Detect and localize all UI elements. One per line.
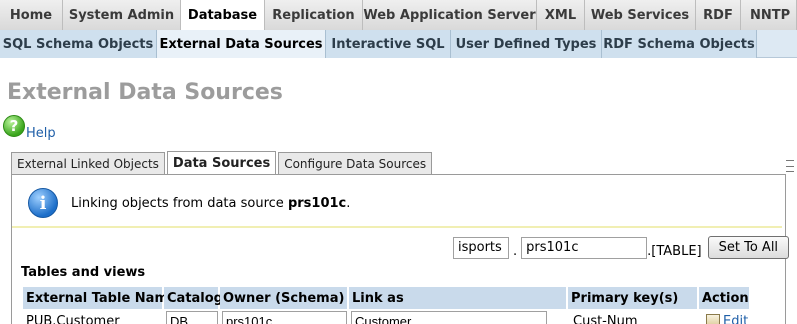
edit-icon xyxy=(706,313,720,324)
tab-rdf-schema-objects[interactable]: RDF Schema Objects xyxy=(602,30,757,58)
separator-dot: . xyxy=(513,244,518,259)
top-menu: Home System Admin Database Replication W… xyxy=(0,0,797,30)
tab-home[interactable]: Home xyxy=(0,0,63,30)
col-external-table-name: External Table Name xyxy=(23,287,177,309)
tab-nntp[interactable]: NNTP xyxy=(741,0,797,30)
col-catalog: Catalog xyxy=(164,287,223,309)
set-to-all-row: . .[TABLE] Set To All xyxy=(453,236,790,259)
tab-sql-schema-objects[interactable]: SQL Schema Objects xyxy=(0,30,157,58)
set-to-all-button[interactable]: Set To All xyxy=(707,236,790,259)
owner-set-input[interactable] xyxy=(521,236,648,259)
catalog-set-input[interactable] xyxy=(453,236,509,259)
page-tabs: External Linked Objects Data Sources Con… xyxy=(11,151,434,174)
tab-web-application-server[interactable]: Web Application Server xyxy=(363,0,537,30)
row-primary-key: Cust-Num xyxy=(573,313,638,324)
tab-replication[interactable]: Replication xyxy=(265,0,363,30)
tab-system-admin[interactable]: System Admin xyxy=(63,0,181,30)
info-text: Linking objects from data source prs101c… xyxy=(71,195,351,211)
col-action: Action xyxy=(699,287,751,309)
row-link-as-input[interactable] xyxy=(351,311,547,324)
row-table-name: PUB.Customer xyxy=(26,313,120,324)
row-catalog-input[interactable] xyxy=(166,311,218,324)
tab-rdf[interactable]: RDF xyxy=(696,0,741,30)
col-link-as: Link as xyxy=(349,287,568,309)
table-suffix: .[TABLE] xyxy=(647,244,702,259)
tab-external-linked-objects[interactable]: External Linked Objects xyxy=(11,152,165,174)
info-icon: i xyxy=(28,188,58,218)
tab-data-sources[interactable]: Data Sources xyxy=(166,151,277,174)
col-primary-keys: Primary key(s) xyxy=(568,287,699,309)
tab-configure-data-sources[interactable]: Configure Data Sources xyxy=(278,152,433,174)
info-message: i Linking objects from data source prs10… xyxy=(12,180,782,228)
splitter-grip-icon[interactable] xyxy=(786,160,794,172)
tab-interactive-sql[interactable]: Interactive SQL xyxy=(326,30,451,58)
page-title: External Data Sources xyxy=(7,80,283,105)
tab-database[interactable]: Database xyxy=(181,0,265,30)
table-header: External Table Name Catalog Owner (Schem… xyxy=(23,287,751,309)
tab-user-defined-types[interactable]: User Defined Types xyxy=(451,30,602,58)
tables-and-views-heading: Tables and views xyxy=(21,265,146,280)
table-row: PUB.Customer Cust-Num Edit xyxy=(23,311,748,324)
row-owner-input[interactable] xyxy=(222,311,347,324)
sub-menu: SQL Schema Objects External Data Sources… xyxy=(0,30,797,58)
tab-xml[interactable]: XML xyxy=(537,0,585,30)
tab-web-services[interactable]: Web Services xyxy=(585,0,696,30)
help-link[interactable]: Help xyxy=(26,126,56,141)
help: ? Help xyxy=(3,115,56,141)
tab-external-data-sources[interactable]: External Data Sources xyxy=(157,30,326,58)
datasource-name: prs101c xyxy=(287,195,347,211)
row-edit-link[interactable]: Edit xyxy=(706,313,748,324)
help-icon[interactable]: ? xyxy=(3,115,25,137)
col-owner-schema: Owner (Schema) xyxy=(220,287,349,309)
